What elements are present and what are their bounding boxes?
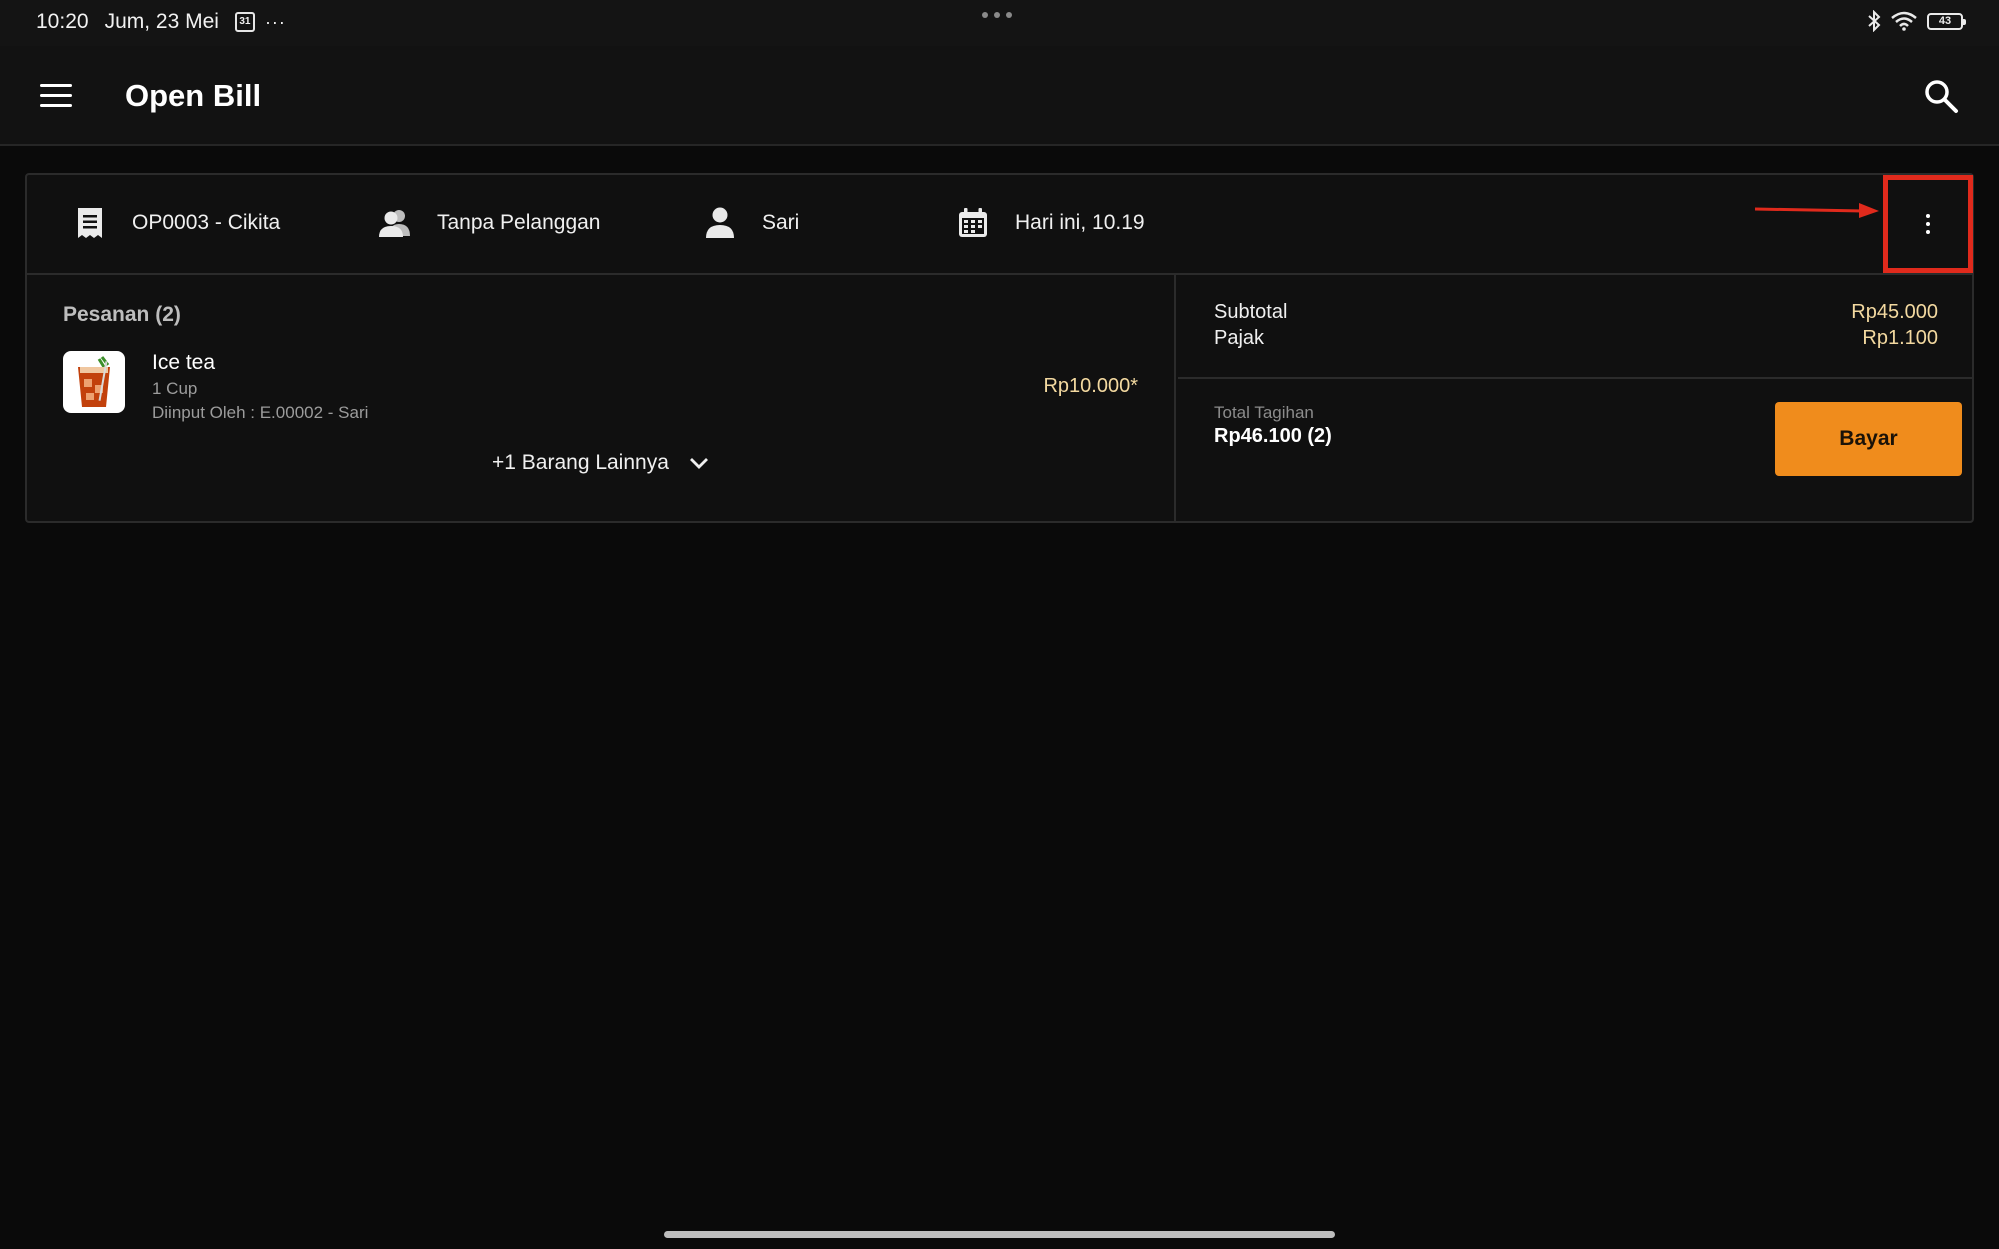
more-items-label: +1 Barang Lainnya — [492, 451, 669, 474]
total-value: Rp46.100 (2) — [1214, 425, 1332, 447]
item-entered-by: Diinput Oleh : E.00002 - Sari — [152, 403, 369, 422]
bill-summary-panel: Subtotal Rp45.000 Pajak Rp1.100 Total Ta… — [1178, 275, 1974, 523]
bill-card-header: OP0003 - Cikita Tanpa Pelanggan Sari Har… — [27, 175, 1973, 275]
receipt-icon — [72, 205, 108, 241]
summary-divider — [1178, 377, 1974, 379]
search-icon[interactable] — [1923, 78, 1959, 114]
customer-label: Tanpa Pelanggan — [437, 211, 601, 234]
datetime-label: Hari ini, 10.19 — [1015, 211, 1145, 234]
open-bill-card[interactable]: OP0003 - Cikita Tanpa Pelanggan Sari Har… — [25, 173, 1974, 523]
home-indicator[interactable] — [664, 1231, 1335, 1238]
item-quantity: 1 Cup — [152, 379, 198, 398]
item-name: Ice tea — [152, 351, 216, 374]
status-time: 10:20 — [36, 10, 89, 33]
window-handle-dots[interactable] — [982, 12, 1012, 18]
chevron-down-icon — [689, 458, 708, 469]
calendar-icon — [955, 205, 991, 241]
wifi-icon — [1891, 11, 1917, 31]
hamburger-menu-icon[interactable] — [40, 84, 72, 108]
bill-id-label: OP0003 - Cikita — [132, 211, 281, 234]
total-label: Total Tagihan — [1214, 403, 1314, 422]
order-items-panel: Pesanan (2) Ice tea 1 Cup Diinput Oleh :… — [27, 275, 1176, 523]
status-date: Jum, 23 Mei — [104, 10, 219, 33]
staff-field: Sari — [702, 205, 799, 241]
staff-label: Sari — [762, 211, 800, 234]
page-title: Open Bill — [125, 78, 262, 113]
tax-value: Rp1.100 — [1862, 327, 1938, 349]
status-right: 43 — [1867, 10, 1966, 32]
more-options-button[interactable] — [1883, 175, 1973, 273]
battery-icon: 43 — [1927, 12, 1966, 30]
user-icon — [702, 205, 738, 241]
pay-button[interactable]: Bayar — [1775, 402, 1962, 476]
calendar-notification-icon: 31 — [234, 12, 255, 32]
more-notifications-icon: ··· — [264, 11, 286, 32]
datetime-field: Hari ini, 10.19 — [955, 205, 1145, 241]
kebab-menu-icon — [1926, 214, 1930, 234]
subtotal-value: Rp45.000 — [1851, 301, 1938, 323]
subtotal-label: Subtotal — [1214, 301, 1288, 323]
tax-row: Pajak Rp1.100 — [1214, 327, 1938, 350]
status-left: 10:20 Jum, 23 Mei 31 ··· — [36, 10, 286, 34]
orders-title: Pesanan (2) — [63, 303, 181, 326]
item-price: Rp10.000* — [1043, 375, 1138, 397]
tax-label: Pajak — [1214, 327, 1265, 349]
more-items-toggle[interactable]: +1 Barang Lainnya — [492, 451, 709, 475]
annotation-arrow-icon — [1755, 203, 1879, 218]
bill-id-field: OP0003 - Cikita — [72, 205, 280, 241]
status-bar: 10:20 Jum, 23 Mei 31 ··· 43 — [0, 0, 1999, 46]
app-bar: Open Bill — [0, 46, 1999, 146]
ice-tea-image — [63, 351, 125, 413]
users-icon — [377, 205, 413, 241]
subtotal-row: Subtotal Rp45.000 — [1214, 301, 1938, 324]
bluetooth-icon — [1868, 10, 1881, 32]
customer-field: Tanpa Pelanggan — [377, 205, 600, 241]
